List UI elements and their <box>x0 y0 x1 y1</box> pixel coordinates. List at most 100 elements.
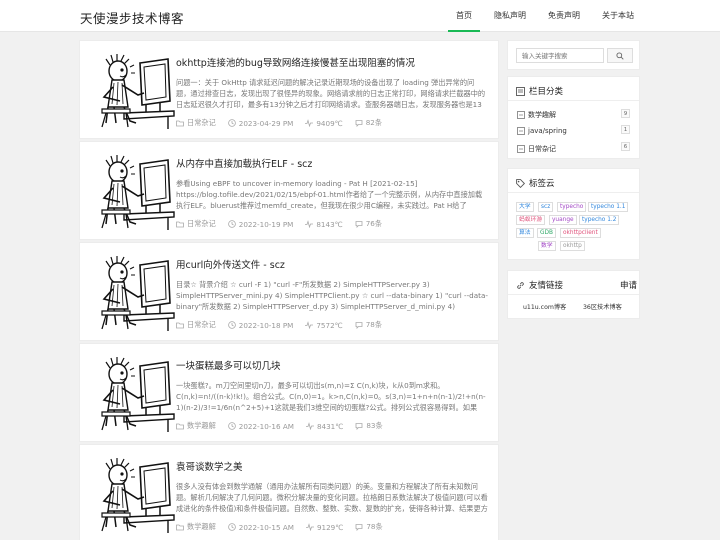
post-excerpt: 问题一：关于 OkHttp 请求延迟问题的解决记录近期现场的设备出现了 load… <box>176 78 486 109</box>
tag-item[interactable]: GDB <box>537 228 556 238</box>
top-header: 天使漫步技术博客 首页 隐私声明 免责声明 关于本站 <box>0 0 720 32</box>
post-comments-label[interactable]: 82条 <box>366 118 382 128</box>
category-item[interactable]: 日常杂记 <box>517 144 556 154</box>
post-card[interactable]: 袁哥谈数学之美 很多人没有体会到数学通解（通用办法解所有同类问题）的美。变量和方… <box>79 444 499 540</box>
post-category[interactable]: 数学趣解 <box>176 522 216 532</box>
comment-icon <box>355 120 363 127</box>
folder-icon <box>176 423 184 430</box>
apply-link[interactable]: 申请 <box>620 279 637 291</box>
post-views-label: 7572℃ <box>316 320 343 330</box>
category-item-label[interactable]: 数学趣解 <box>528 110 556 120</box>
views-icon <box>305 221 314 228</box>
post-thumbnail[interactable] <box>94 352 176 434</box>
post-category[interactable]: 日常杂记 <box>176 320 216 330</box>
views-icon <box>305 524 314 531</box>
post-category[interactable]: 日常杂记 <box>176 219 216 229</box>
post-date: 2023-04-29 PM <box>227 119 293 128</box>
nav-item-home[interactable]: 首页 <box>448 0 480 32</box>
friend-links-title-label: 友情链接 <box>529 281 564 291</box>
tag-item[interactable]: okhttp <box>560 241 585 251</box>
post-thumbnail[interactable] <box>94 49 176 131</box>
friend-link[interactable]: 36区技术博客 <box>583 302 622 311</box>
post-title[interactable]: 袁哥谈数学之美 <box>176 459 243 473</box>
post-comments[interactable]: 76条 <box>355 219 382 229</box>
nav-item-disclaimer[interactable]: 免责声明 <box>542 0 586 32</box>
main-nav-2: 隐私声明 <box>488 0 532 32</box>
post-card[interactable]: 一块蛋糕最多可以切几块 一块蛋糕?。m刀空间里切n刀，最多可以切出s(m,n)=… <box>79 343 499 442</box>
post-category-label[interactable]: 数学趣解 <box>187 522 216 532</box>
clock-icon <box>227 422 236 430</box>
post-comments-label[interactable]: 83条 <box>366 421 382 431</box>
tag-item[interactable]: typecho 1.2 <box>579 215 620 225</box>
divider <box>508 294 639 295</box>
category-count-badge: 6 <box>621 142 630 151</box>
post-date-label: 2022-10-18 PM <box>238 320 294 330</box>
category-item-label[interactable]: java/spring <box>528 127 567 135</box>
site-title[interactable]: 天使漫步技术博客 <box>80 8 184 27</box>
tag-item[interactable]: typecho <box>557 202 587 212</box>
views-icon <box>305 322 314 329</box>
post-views-label: 9409℃ <box>316 118 343 128</box>
post-category[interactable]: 日常杂记 <box>176 118 216 128</box>
post-thumbnail[interactable] <box>94 453 176 535</box>
friend-links-widget: 友情链接 申请 u11u.com博客 36区技术博客 <box>507 270 640 319</box>
category-widget-title-label: 栏目分类 <box>529 87 564 97</box>
category-item-label[interactable]: 日常杂记 <box>528 144 556 154</box>
post-comments[interactable]: 78条 <box>355 320 382 330</box>
post-category-label[interactable]: 数学趣解 <box>187 421 216 431</box>
post-comments-label[interactable]: 78条 <box>366 522 382 532</box>
post-card[interactable]: 从内存中直接加载执行ELF - scz 参看Using eBPF to unco… <box>79 141 499 240</box>
post-card[interactable]: 用curl向外传送文件 - scz 目录☆ 背景介绍 ☆ curl -F 1) … <box>79 242 499 341</box>
post-category[interactable]: 数学趣解 <box>176 421 216 431</box>
category-item[interactable]: 数学趣解 <box>517 110 556 120</box>
tag-item[interactable]: 算法 <box>516 228 534 238</box>
folder-icon <box>176 322 184 329</box>
tag-item[interactable]: typecho 1.1 <box>588 202 629 212</box>
tag-item[interactable]: 大学 <box>516 202 534 212</box>
tag-item[interactable]: 数学 <box>538 241 556 251</box>
post-thumbnail[interactable] <box>94 251 176 333</box>
folder-icon <box>176 524 184 531</box>
post-category-label[interactable]: 日常杂记 <box>187 118 216 128</box>
category-item-icon <box>517 111 525 119</box>
tag-item[interactable]: scz <box>538 202 554 212</box>
post-views: 8143℃ <box>305 219 343 229</box>
post-category-label[interactable]: 日常杂记 <box>187 219 216 229</box>
category-item[interactable]: java/spring <box>517 127 567 135</box>
tag-item[interactable]: 蚂蚁环游 <box>516 215 546 225</box>
post-views-label: 8143℃ <box>316 219 343 229</box>
comment-icon <box>355 322 363 329</box>
post-title[interactable]: okhttp连接池的bug导致网络连接慢甚至出现阻塞的情况 <box>176 55 415 69</box>
post-comments[interactable]: 78条 <box>355 522 383 532</box>
post-thumbnail[interactable] <box>94 150 176 232</box>
post-meta: 日常杂记 2022-10-18 PM 7572℃ 78条 <box>176 320 394 330</box>
post-title[interactable]: 用curl向外传送文件 - scz <box>176 257 285 271</box>
nav-item-privacy[interactable]: 隐私声明 <box>488 0 532 32</box>
friend-link[interactable]: u11u.com博客 <box>523 302 566 311</box>
search-button[interactable] <box>607 48 633 63</box>
views-icon <box>305 120 314 127</box>
post-excerpt: 参看Using eBPF to uncover in-memory loadin… <box>176 179 483 210</box>
post-comments[interactable]: 82条 <box>355 118 382 128</box>
post-category-label[interactable]: 日常杂记 <box>187 320 216 330</box>
nav-item-about[interactable]: 关于本站 <box>596 0 640 32</box>
post-views: 8431℃ <box>305 422 343 431</box>
comment-icon <box>355 423 363 430</box>
post-title[interactable]: 从内存中直接加载执行ELF - scz <box>176 156 312 170</box>
post-meta: 数学趣解 2022-10-15 AM 9129℃ 78条 <box>176 522 395 532</box>
category-item-icon <box>517 145 525 153</box>
clock-icon <box>227 220 236 228</box>
post-card[interactable]: okhttp连接池的bug导致网络连接慢甚至出现阻塞的情况 问题一：关于 OkH… <box>79 40 499 139</box>
search-input[interactable] <box>516 48 604 63</box>
post-comments[interactable]: 83条 <box>355 421 383 431</box>
category-count-badge: 9 <box>621 109 630 118</box>
tag-item[interactable]: yuange <box>549 215 577 225</box>
tag-item[interactable]: okhttpclient <box>560 228 601 238</box>
post-title[interactable]: 一块蛋糕最多可以切几块 <box>176 358 281 372</box>
post-comments-label[interactable]: 78条 <box>366 320 382 330</box>
post-views: 7572℃ <box>305 320 343 330</box>
post-comments-label[interactable]: 76条 <box>366 219 382 229</box>
folder-icon <box>176 120 184 127</box>
post-date: 2022-10-18 PM <box>227 320 294 330</box>
folder-icon <box>176 221 184 228</box>
